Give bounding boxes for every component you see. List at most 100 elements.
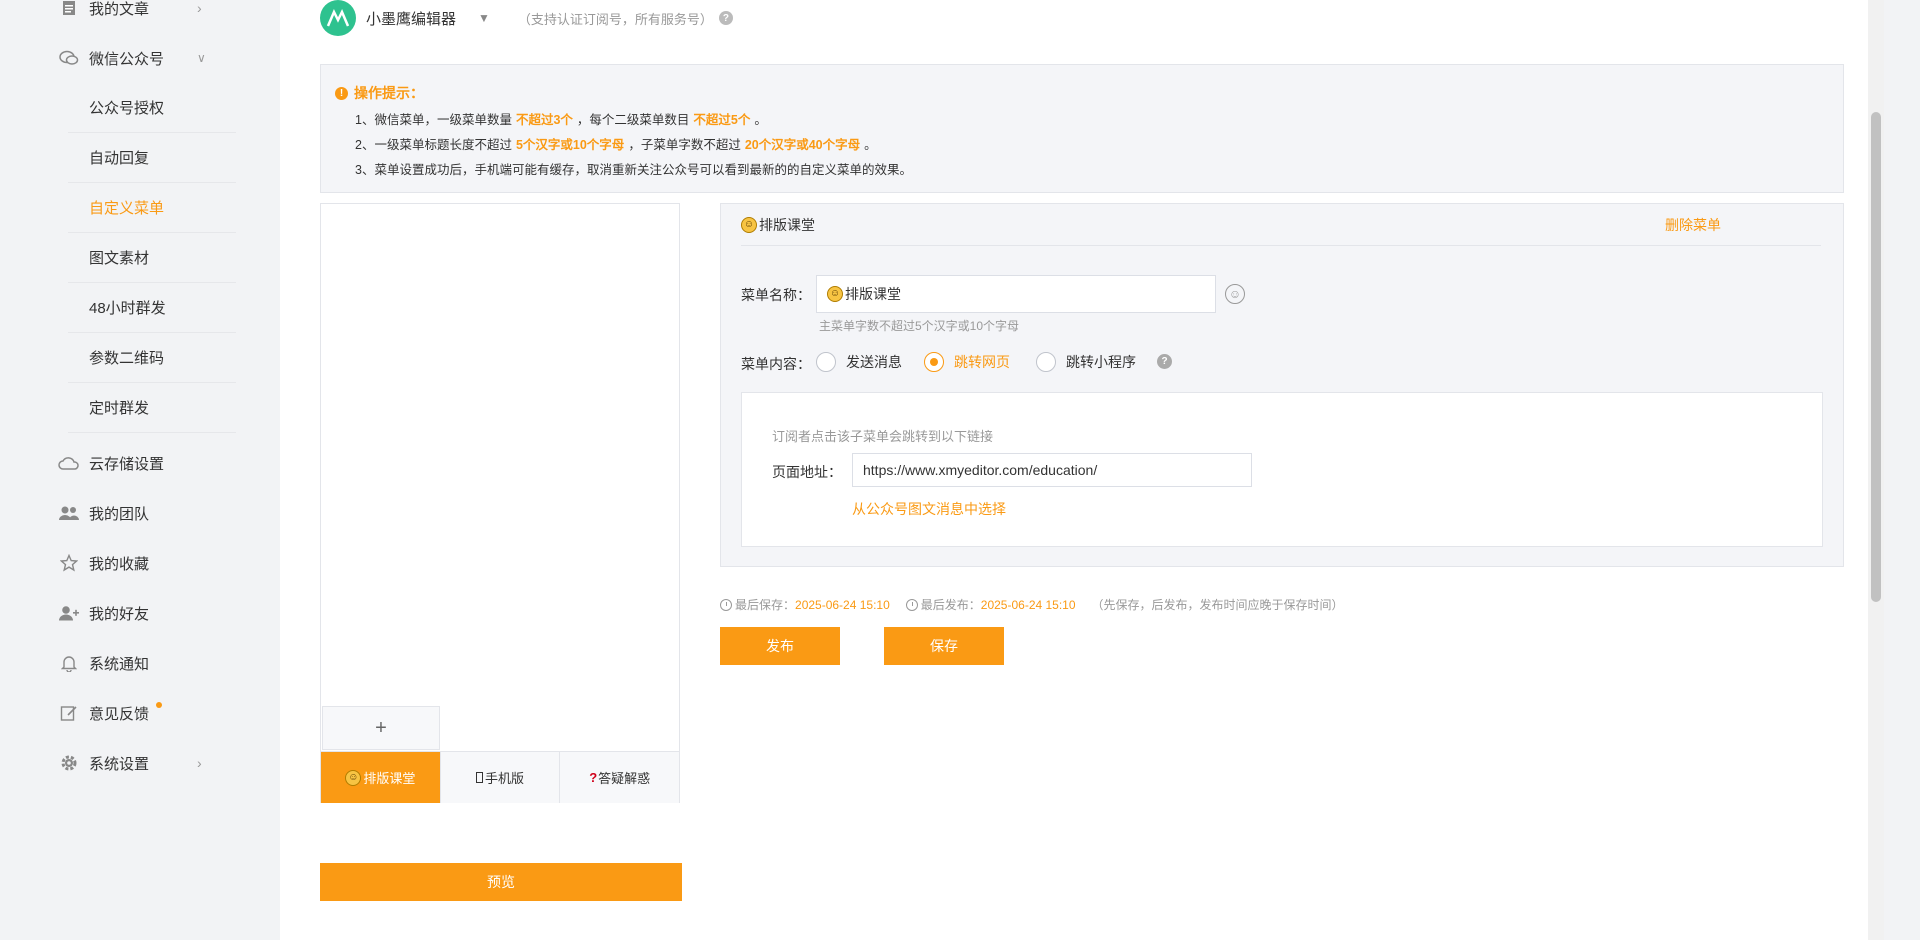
menu-name-label: 菜单名称： bbox=[741, 287, 811, 303]
sub-item-materials[interactable]: 图文素材 bbox=[68, 233, 236, 283]
tab-label: 答疑解惑 bbox=[598, 771, 651, 786]
tips-highlight: 20个汉字或40个字母 bbox=[744, 138, 861, 152]
nav-label: 系统设置 bbox=[89, 755, 150, 773]
account-selector[interactable]: 小墨鹰编辑器 ▼ （支持认证订阅号，所有服务号） ? bbox=[320, 0, 733, 36]
radio-circle[interactable] bbox=[1036, 352, 1056, 372]
tips-text: ，子菜单字数不超过 bbox=[628, 138, 741, 152]
question-mark-icon: ? bbox=[589, 770, 598, 785]
tips-text: 1、微信菜单，一级菜单数量 bbox=[355, 113, 512, 127]
nav-cloud-storage[interactable]: 云存储设置 bbox=[0, 438, 280, 488]
sub-item-qr-code[interactable]: 参数二维码 bbox=[68, 333, 236, 383]
nav-feedback[interactable]: 意见反馈 bbox=[0, 688, 280, 738]
link-description: 订阅者点击该子菜单会跳转到以下链接 bbox=[772, 429, 994, 444]
chat-icon bbox=[58, 47, 80, 69]
radio-circle[interactable] bbox=[816, 352, 836, 372]
chevron-right-icon: › bbox=[197, 0, 202, 16]
account-name: 小墨鹰编辑器 bbox=[366, 10, 457, 28]
editor-header: ☺ 排版课堂 删除菜单 bbox=[741, 204, 1821, 246]
nav-label: 系统通知 bbox=[89, 655, 150, 673]
tips-line-2: 2、一级菜单标题长度不超过 5个汉字或10个字母 ，子菜单字数不超过 20个汉字或40… bbox=[355, 134, 1843, 153]
tips-line-1: 1、微信菜单，一级菜单数量 不超过3个 ，每个二级菜单数目 不超过5个。 bbox=[355, 109, 1843, 128]
account-note: （支持认证订阅号，所有服务号） bbox=[517, 11, 713, 27]
nav-wechat[interactable]: 微信公众号 ∨ bbox=[0, 33, 280, 83]
menu-tab-qa[interactable]: ? 答疑解惑 bbox=[560, 752, 680, 803]
delete-menu-link[interactable]: 删除菜单 bbox=[1665, 215, 1721, 235]
document-icon bbox=[58, 0, 80, 19]
notification-dot bbox=[156, 702, 162, 708]
sub-item-custom-menu[interactable]: 自定义菜单 bbox=[68, 183, 236, 233]
last-published-time: 2025-06-24 15:10 bbox=[980, 597, 1076, 612]
account-avatar bbox=[320, 0, 356, 36]
tips-highlight: 不超过5个 bbox=[693, 113, 751, 127]
radio-label: 跳转网页 bbox=[954, 354, 1010, 370]
emoji-picker-icon[interactable]: ☺ bbox=[1225, 284, 1245, 304]
team-icon bbox=[58, 502, 80, 524]
edit-icon bbox=[58, 702, 80, 724]
publish-button[interactable]: 发布 bbox=[720, 627, 840, 665]
tab-label: 排版课堂 bbox=[363, 771, 416, 786]
last-saved-label: 最后保存： bbox=[735, 598, 796, 612]
pick-from-message-link[interactable]: 从公众号图文消息中选择 bbox=[852, 499, 1006, 519]
phone-menu-bar: ☺ 排版课堂 手机版 ? 答疑解惑 bbox=[321, 751, 680, 803]
scrollbar[interactable] bbox=[1868, 0, 1884, 940]
nav-system-settings[interactable]: 系统设置 › bbox=[0, 738, 280, 788]
webpage-link-box: 订阅者点击该子菜单会跳转到以下链接 页面地址： 从公众号图文消息中选择 bbox=[741, 392, 1823, 547]
tips-text: 2、一级菜单标题长度不超过 bbox=[355, 138, 512, 152]
help-icon[interactable]: ? bbox=[718, 11, 733, 25]
nav-label: 意见反馈 bbox=[89, 705, 150, 723]
menu-content-label: 菜单内容： bbox=[741, 356, 811, 372]
phone-icon bbox=[476, 772, 483, 783]
nav-my-team[interactable]: 我的团队 bbox=[0, 488, 280, 538]
sidebar: 我的文章 › 微信公众号 ∨ 公众号授权 自动回复 自定义菜单 图文素材 48小… bbox=[0, 0, 280, 940]
nav-label: 云存储设置 bbox=[89, 455, 165, 473]
save-button[interactable]: 保存 bbox=[884, 627, 1004, 665]
tab-label: 手机版 bbox=[485, 771, 525, 786]
page-url-label: 页面地址： bbox=[772, 464, 842, 480]
nav-my-articles[interactable]: 我的文章 › bbox=[0, 0, 280, 33]
tips-text: 。 bbox=[864, 138, 877, 152]
menu-name-field[interactable]: ☺ bbox=[816, 275, 1216, 313]
menu-editor: ☺ 排版课堂 删除菜单 菜单名称： ☺ ☺ 主菜单字数不超过5个汉字或10个字母… bbox=[720, 203, 1844, 567]
menu-name-input[interactable] bbox=[845, 286, 1205, 302]
save-info: 最后保存： 2025-06-24 15:10 最后发布： 2025-06-24 … bbox=[720, 596, 1344, 613]
nav-notifications[interactable]: 系统通知 bbox=[0, 638, 280, 688]
sub-item-auto-reply[interactable]: 自动回复 bbox=[68, 133, 236, 183]
last-saved-time: 2025-06-24 15:10 bbox=[795, 597, 890, 612]
clock-icon bbox=[905, 598, 918, 611]
tips-highlight: 5个汉字或10个字母 bbox=[515, 138, 625, 152]
preview-button[interactable]: 预览 bbox=[320, 863, 682, 901]
chevron-down-icon: ∨ bbox=[197, 51, 206, 65]
caret-down-icon[interactable]: ▼ bbox=[478, 11, 490, 25]
nav-friends[interactable]: 我的好友 bbox=[0, 588, 280, 638]
last-published-label: 最后发布： bbox=[920, 598, 981, 612]
menu-tab-mobile[interactable]: 手机版 bbox=[440, 752, 561, 803]
menu-tab-layout-class[interactable]: ☺ 排版课堂 bbox=[321, 752, 441, 803]
radio-jump-webpage[interactable]: 跳转网页 bbox=[924, 352, 1010, 372]
radio-label: 跳转小程序 bbox=[1066, 354, 1136, 370]
warning-icon: ! bbox=[335, 86, 348, 100]
nav-label: 我的团队 bbox=[89, 505, 150, 523]
nav-label: 我的收藏 bbox=[89, 555, 150, 573]
smiley-icon: ☺ bbox=[741, 216, 757, 233]
phone-preview: + ☺ 排版课堂 手机版 ? 答疑解惑 bbox=[320, 203, 680, 803]
add-menu-button[interactable]: + bbox=[322, 706, 440, 750]
smiley-icon: ☺ bbox=[827, 286, 843, 302]
radio-circle[interactable] bbox=[924, 352, 944, 372]
chevron-right-icon: › bbox=[197, 755, 202, 771]
cloud-icon bbox=[58, 452, 80, 474]
nav-label: 我的好友 bbox=[89, 605, 150, 623]
add-user-icon bbox=[58, 602, 80, 624]
sub-item-authorize[interactable]: 公众号授权 bbox=[68, 83, 236, 133]
help-icon[interactable]: ? bbox=[1157, 354, 1172, 369]
smiley-icon: ☺ bbox=[345, 769, 362, 786]
tips-title-text: 操作提示： bbox=[354, 85, 424, 101]
page-url-input[interactable] bbox=[852, 453, 1252, 487]
tips-highlight: 不超过3个 bbox=[515, 113, 573, 127]
radio-jump-miniprogram[interactable]: 跳转小程序 bbox=[1036, 352, 1136, 372]
gear-icon bbox=[58, 752, 80, 774]
sub-item-48h-broadcast[interactable]: 48小时群发 bbox=[68, 283, 236, 333]
nav-favorites[interactable]: 我的收藏 bbox=[0, 538, 280, 588]
scrollbar-thumb[interactable] bbox=[1871, 112, 1881, 602]
sub-item-scheduled[interactable]: 定时群发 bbox=[68, 383, 236, 433]
radio-send-message[interactable]: 发送消息 bbox=[816, 352, 902, 372]
